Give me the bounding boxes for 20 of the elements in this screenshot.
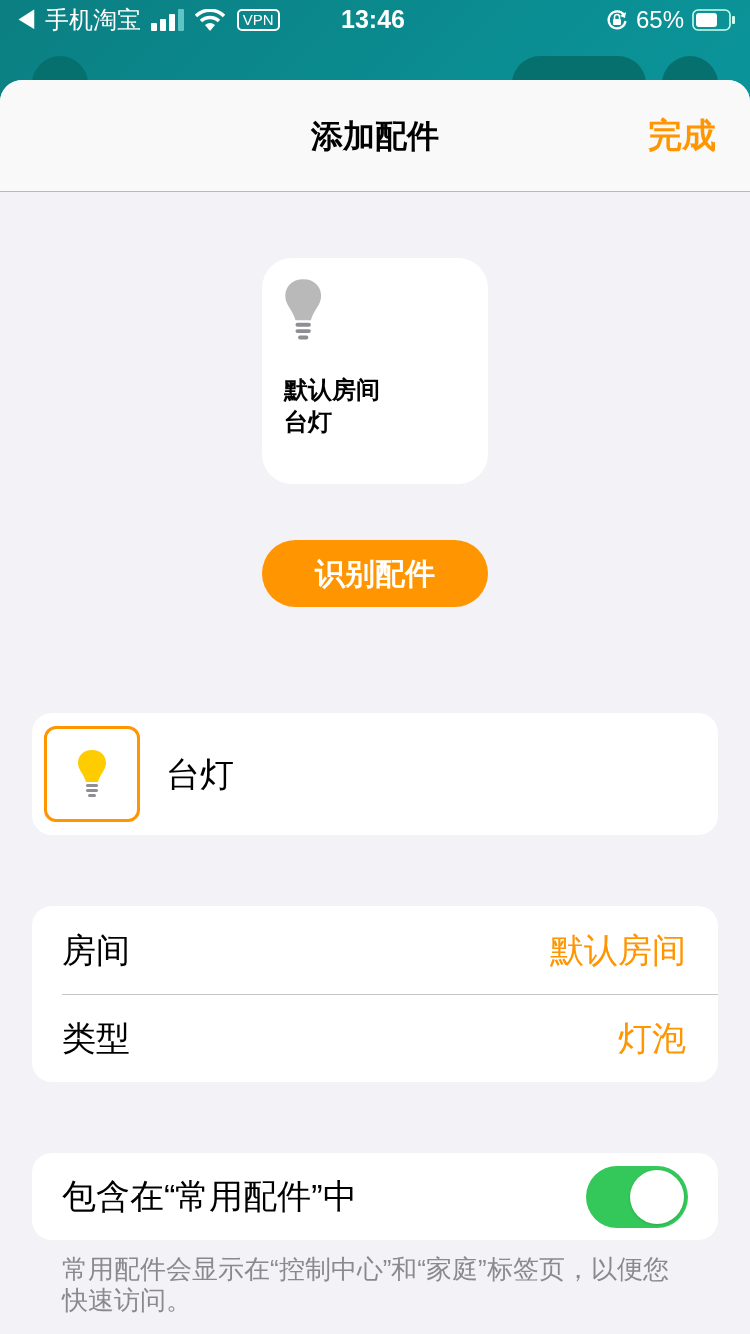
back-to-app-link[interactable]: ◀ 手机淘宝 [14, 2, 141, 38]
footnote: 常用配件会显示在“控制中心”和“家庭”标签页，以便您快速访问。 [62, 1254, 670, 1316]
settings-row[interactable]: 类型 灯泡 [62, 994, 718, 1082]
battery-icon [692, 9, 736, 31]
tile-room: 默认房间 [284, 375, 381, 405]
name-field[interactable]: 台灯 [166, 748, 234, 800]
accessory-tile[interactable]: 默认房间 台灯 [262, 258, 488, 484]
signal-icon [150, 9, 185, 31]
rotation-lock-icon [605, 9, 628, 31]
clock-time: 13:46 [341, 4, 405, 36]
favorite-label: 包含在“常用配件”中 [62, 1176, 357, 1217]
lightbulb-icon [77, 749, 107, 799]
icon-picker[interactable] [44, 726, 140, 822]
sheet-title: 添加配件 [311, 116, 439, 156]
tile-name: 台灯 [284, 407, 333, 437]
settings-row[interactable]: 房间 默认房间 [62, 906, 718, 994]
vpn-badge: VPN [236, 9, 280, 31]
lightbulb-icon [284, 278, 323, 342]
wifi-icon [194, 9, 225, 31]
battery-percent: 65% [635, 5, 684, 35]
